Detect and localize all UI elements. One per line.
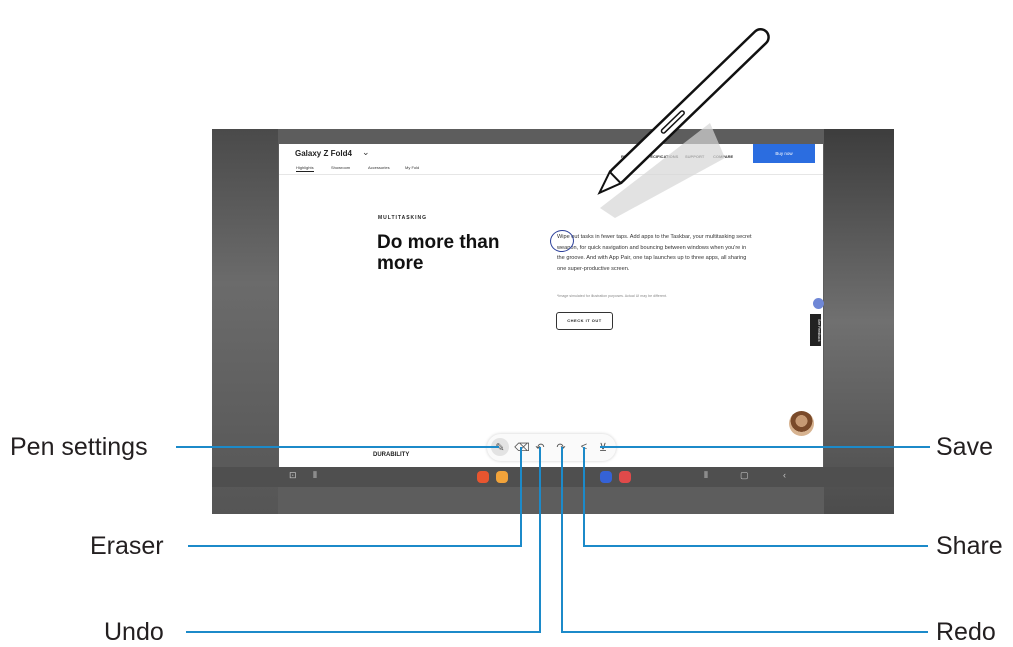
s-pen-stylus <box>597 27 770 218</box>
background-app-left <box>212 129 278 514</box>
background-app-right <box>824 129 894 514</box>
app-icon-4[interactable] <box>619 471 631 483</box>
callout-line-undo-v <box>539 447 541 633</box>
eraser-icon[interactable]: ⌫ <box>513 438 531 456</box>
section-headline: Do more than more <box>377 232 500 274</box>
check-it-out-button[interactable]: CHECK IT OUT <box>556 312 613 330</box>
callout-line-redo-h <box>561 631 928 633</box>
tab-my-fold[interactable]: My Fold <box>405 165 419 170</box>
recents-button-icon[interactable]: ⦀ <box>704 470 708 481</box>
callout-line-eraser-v <box>520 447 522 547</box>
feedback-tab[interactable]: See Feedback <box>810 314 821 346</box>
disclaimer-text: *Image simulated for illustration purpos… <box>557 294 667 298</box>
home-button-icon[interactable]: ▢ <box>740 470 749 481</box>
pen-menu-icon[interactable] <box>813 298 824 309</box>
label-share: Share <box>936 532 1003 560</box>
callout-line-eraser-h <box>188 545 522 547</box>
tab-highlights[interactable]: Highlights <box>296 165 314 172</box>
chevron-down-icon[interactable]: ⌄ <box>362 147 370 158</box>
callout-line-redo-v <box>561 447 563 633</box>
app-icon-3[interactable] <box>600 471 612 483</box>
label-redo: Redo <box>936 618 996 646</box>
label-save: Save <box>936 433 993 461</box>
back-button-icon[interactable]: ‹ <box>783 470 786 480</box>
section-body: Wipe out tasks in fewer taps. Add apps t… <box>557 234 752 272</box>
app-icon-2[interactable] <box>496 471 508 483</box>
tab-accessories[interactable]: Accessories <box>368 165 390 170</box>
site-brand[interactable]: Galaxy Z Fold4 <box>295 149 352 158</box>
recents-icon[interactable]: ⦀ <box>313 470 317 481</box>
callout-line-share-v <box>583 447 585 547</box>
next-section-label: DURABILITY <box>373 452 410 458</box>
callout-line-save <box>600 446 930 448</box>
tab-showroom[interactable]: Showroom <box>331 165 350 170</box>
label-eraser: Eraser <box>90 532 164 560</box>
callout-line-pen-settings <box>176 446 499 448</box>
callout-line-share-h <box>583 545 928 547</box>
label-undo: Undo <box>104 618 164 646</box>
callout-line-undo-h <box>186 631 541 633</box>
section-kicker: MULTITASKING <box>378 215 428 221</box>
app-drawer-icon[interactable]: ⊡ <box>289 470 297 481</box>
label-pen-settings: Pen settings <box>10 433 148 461</box>
app-icon-1[interactable] <box>477 471 489 483</box>
avatar[interactable] <box>789 411 814 436</box>
